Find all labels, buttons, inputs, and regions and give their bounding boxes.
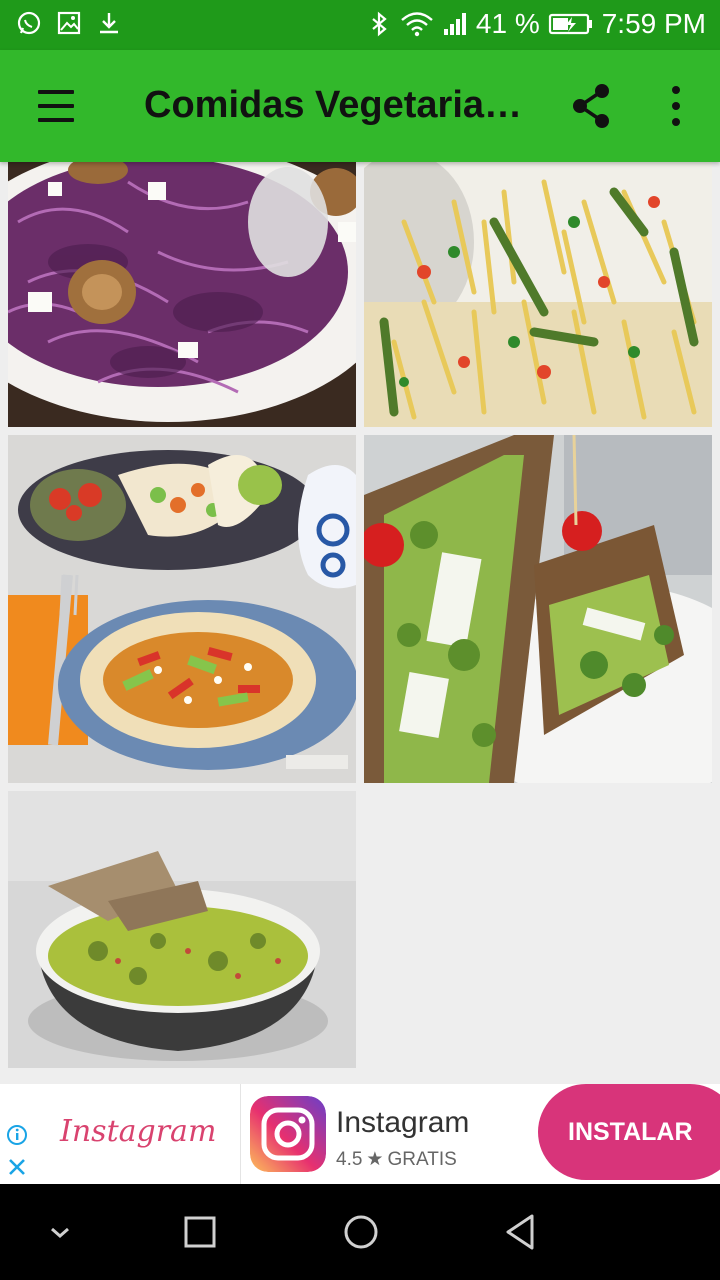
ad-divider [240, 1084, 241, 1184]
menu-icon [38, 90, 74, 94]
status-bar: 41 % 7:59 PM [0, 0, 720, 50]
status-time: 7:59 PM [601, 8, 706, 39]
home-icon[interactable] [341, 1212, 381, 1252]
recents-icon[interactable] [180, 1212, 220, 1252]
ad-app-name: Instagram [336, 1106, 470, 1139]
install-button[interactable]: INSTALAR [538, 1084, 720, 1180]
whatsapp-icon [17, 11, 41, 35]
info-icon[interactable] [6, 1124, 28, 1146]
app-bar: Comidas Vegetaria… [0, 50, 720, 162]
ad-brand-logo: Instagram [60, 1114, 217, 1149]
battery-charging-icon [548, 13, 592, 35]
recipe-grid [0, 162, 720, 1068]
ad-rating-value: 4.5 [336, 1148, 363, 1170]
close-icon[interactable] [6, 1156, 28, 1178]
nav-collapse-icon[interactable] [40, 1212, 80, 1252]
bluetooth-icon [372, 11, 387, 37]
battery-percent: 41 % [475, 8, 540, 39]
ad-price: GRATIS [387, 1148, 457, 1170]
share-icon[interactable] [566, 82, 618, 130]
gallery-icon [57, 11, 81, 35]
system-nav-bar [0, 1184, 720, 1280]
pasta-with-vegetables-image [364, 162, 712, 427]
ad-banner[interactable]: Instagram Instagram 4.5 ★ GRATIS INSTALA… [0, 1084, 720, 1184]
avocado-sandwich-image [364, 435, 712, 783]
recipe-card-pasta[interactable] [364, 162, 712, 427]
wifi-icon [401, 12, 433, 37]
guacamole-bowl-image [8, 791, 356, 1068]
vegetable-tacos-image [8, 435, 356, 783]
red-cabbage-walnut-salad-image [8, 162, 356, 427]
recipe-card-guacamole[interactable] [8, 791, 356, 1068]
ad-rating-row: 4.5 ★ GRATIS [336, 1148, 457, 1171]
app-screen: 41 % 7:59 PM Comidas Vegetaria… Instagra… [0, 0, 720, 1280]
page-title: Comidas Vegetaria… [144, 84, 523, 126]
menu-button[interactable] [30, 86, 82, 126]
recipe-card-sandwich[interactable] [364, 435, 712, 783]
more-vert-icon[interactable] [656, 82, 696, 130]
signal-icon [443, 13, 466, 35]
back-icon[interactable] [500, 1212, 540, 1252]
recipe-card-red-cabbage[interactable] [8, 162, 356, 427]
instagram-app-icon [250, 1096, 326, 1172]
recipe-card-tacos[interactable] [8, 435, 356, 783]
download-icon [100, 13, 118, 34]
star-icon: ★ [366, 1149, 384, 1170]
